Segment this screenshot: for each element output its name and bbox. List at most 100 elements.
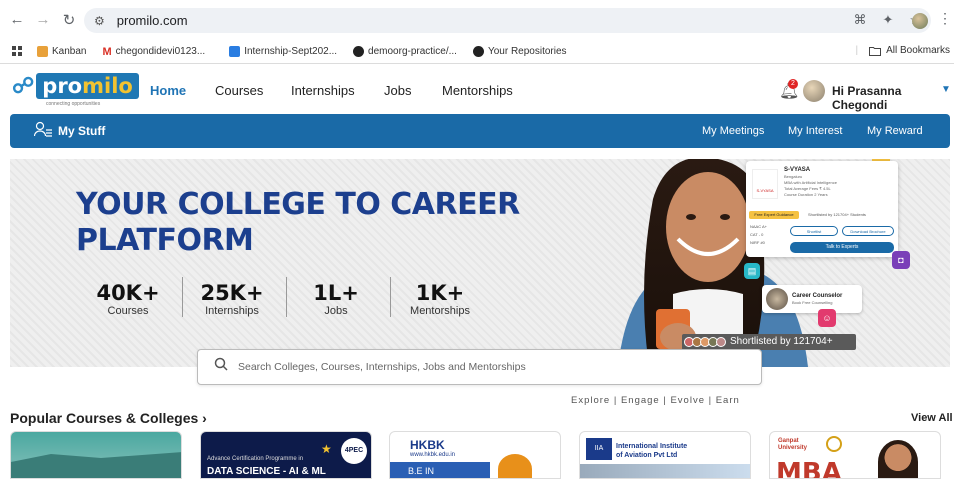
bookmark-kanban[interactable]: Kanban — [37, 46, 86, 57]
view-all-link[interactable]: View All — [911, 412, 953, 424]
caret-down-icon[interactable]: ▼ — [941, 84, 951, 95]
promilo-logo[interactable]: ☍ promilo connecting opportunities — [12, 73, 139, 107]
bookmark-repositories[interactable]: Your Repositories — [472, 46, 567, 57]
bookmark-label: demoorg-practice/... — [368, 46, 457, 57]
card-image — [580, 464, 750, 478]
bookmark-label: chegondidevi0123... — [115, 46, 206, 57]
logo-text-b: milo — [82, 74, 133, 98]
stat-label: Courses — [107, 305, 149, 317]
tagline: Explore | Engage | Evolve | Earn — [571, 395, 740, 406]
browser-toolbar: ← → ↻ ⚙ promilo.com ⌘ ✦ ☆ ⋮ — [0, 0, 954, 40]
college-fees-label: Total Average Fees — [784, 186, 819, 191]
college-name: S-VYASA — [784, 167, 811, 173]
card-course: MBA — [776, 458, 842, 479]
course-card[interactable]: HKBK www.hkbk.edu.in B.E IN — [389, 431, 561, 479]
college-duration-label: Course Duration — [784, 192, 814, 197]
hero-banner: YOUR COLLEGE TO CAREER PLATFORM 40K+ Cou… — [10, 159, 950, 367]
course-card[interactable]: Ganpat University MBA — [769, 431, 941, 479]
college-course: MBA with Artificial Intelligence — [784, 180, 837, 185]
stat-divider — [286, 277, 287, 317]
my-meetings-link[interactable]: My Meetings — [702, 125, 764, 137]
college-logo: S-VYASA — [752, 169, 778, 199]
my-reward-link[interactable]: My Reward — [867, 125, 923, 137]
github-icon — [472, 46, 484, 57]
reload-icon[interactable]: ↻ — [60, 11, 78, 29]
nav-courses[interactable]: Courses — [215, 83, 263, 98]
card-subtitle: www.hkbk.edu.in — [410, 452, 456, 458]
forward-icon[interactable]: → — [34, 11, 52, 28]
hero-title: YOUR COLLEGE TO CAREER PLATFORM — [76, 187, 520, 258]
all-bookmarks-button[interactable]: | All Bookmarks — [855, 45, 950, 56]
helmet-image — [498, 454, 532, 478]
github-icon — [353, 46, 365, 57]
college-city: Bengaluru — [784, 174, 803, 179]
card-title: DATA SCIENCE - AI & ML — [207, 466, 326, 477]
course-card[interactable]: IIA International Institute of Aviation … — [579, 431, 751, 479]
user-list-icon[interactable] — [33, 121, 52, 141]
my-interest-link[interactable]: My Interest — [788, 125, 842, 137]
back-icon[interactable]: ← — [8, 11, 26, 28]
bookmark-internship[interactable]: Internship-Sept202... — [229, 46, 337, 57]
popular-title: Popular Courses & Colleges — [10, 410, 199, 426]
college-duration: 2 Years — [814, 192, 828, 197]
extension-icon[interactable]: ✦ — [882, 12, 893, 28]
career-counselor-card: Career Counselor Book Free Counselling — [762, 285, 862, 313]
course-card[interactable] — [10, 431, 182, 479]
users-icon: ☺ — [818, 309, 836, 327]
stat-label: Jobs — [324, 305, 348, 317]
talk-to-experts-button[interactable]: Talk to Experts — [790, 242, 894, 253]
user-avatar[interactable] — [803, 80, 825, 102]
board-icon — [229, 46, 241, 57]
people-icon: ☍ — [12, 73, 34, 98]
stat-courses: 40K+ Courses — [83, 281, 173, 317]
user-greeting[interactable]: Hi Prasanna Chegondi — [832, 84, 954, 112]
college-details: Bengaluru MBA with Artificial Intelligen… — [784, 174, 884, 198]
shortlist-button[interactable]: Shortlist — [790, 226, 838, 236]
bookmark-gmail[interactable]: Mchegondidevi0123... — [102, 46, 205, 58]
apps-icon[interactable] — [12, 46, 23, 57]
nav-mentorships[interactable]: Mentorships — [442, 83, 513, 98]
star-icon: ★ — [321, 442, 332, 456]
search-icon[interactable] — [214, 357, 228, 374]
profile-avatar[interactable] — [912, 13, 928, 29]
logo-tagline: connecting opportunities — [46, 101, 101, 107]
mystuff-label[interactable]: My Stuff — [58, 124, 105, 138]
stat-jobs: 1L+ Jobs — [291, 281, 381, 317]
bookmark-label: Internship-Sept202... — [244, 46, 338, 57]
address-bar[interactable]: ⚙ promilo.com ⌘ ✦ ☆ — [84, 8, 931, 33]
stat-value: 1L+ — [313, 281, 359, 305]
college-building-photo — [11, 452, 181, 478]
bookmark-demoorg[interactable]: demoorg-practice/... — [353, 46, 457, 57]
college-card: S-VYASA S-VYASA Bengaluru MBA with Artif… — [746, 161, 898, 257]
site-info-icon[interactable]: ⚙ — [94, 14, 105, 28]
nav-internships[interactable]: Internships — [291, 83, 355, 98]
gmail-icon: M — [102, 45, 112, 58]
aviation-logo: IIA — [586, 438, 612, 460]
bookmarks-bar: Kanban Mchegondidevi0123... Internship-S… — [0, 40, 954, 64]
free-guidance-badge: Free Expert Guidance — [749, 211, 799, 219]
url-text: promilo.com — [116, 13, 188, 28]
nav-home[interactable]: Home — [150, 83, 186, 98]
popular-section-title[interactable]: Popular Courses & Colleges › — [10, 410, 207, 426]
search-input[interactable] — [238, 358, 738, 376]
all-bookmarks-label: All Bookmarks — [886, 45, 950, 56]
site-header: ☍ promilo connecting opportunities Home … — [0, 64, 954, 114]
more-menu-icon[interactable]: ⋮ — [938, 10, 952, 27]
bag-icon: ◘ — [892, 251, 910, 269]
card-logo: 4PEC — [341, 438, 367, 464]
shortlisted-users-badge: Shortlisted by 121704+ Users — [682, 334, 856, 363]
mystuff-bar: My Stuff My Meetings My Interest My Rewa… — [10, 114, 950, 148]
stat-divider — [390, 277, 391, 317]
download-brochure-button[interactable]: Download Brochure — [842, 226, 894, 236]
chevron-right-icon: › — [202, 410, 207, 426]
counselor-subtitle: Book Free Counselling — [792, 300, 833, 305]
card-course: B.E IN — [390, 462, 490, 478]
course-card[interactable]: Advance Certification Programme in DATA … — [200, 431, 372, 479]
search-box[interactable] — [197, 349, 762, 385]
college-cat: CAT - 0 — [750, 232, 764, 237]
crest-icon — [826, 436, 842, 452]
card-title: HKBK — [410, 438, 445, 452]
counselor-avatar — [766, 288, 788, 310]
translate-icon[interactable]: ⌘ — [853, 12, 866, 28]
nav-jobs[interactable]: Jobs — [384, 83, 411, 98]
